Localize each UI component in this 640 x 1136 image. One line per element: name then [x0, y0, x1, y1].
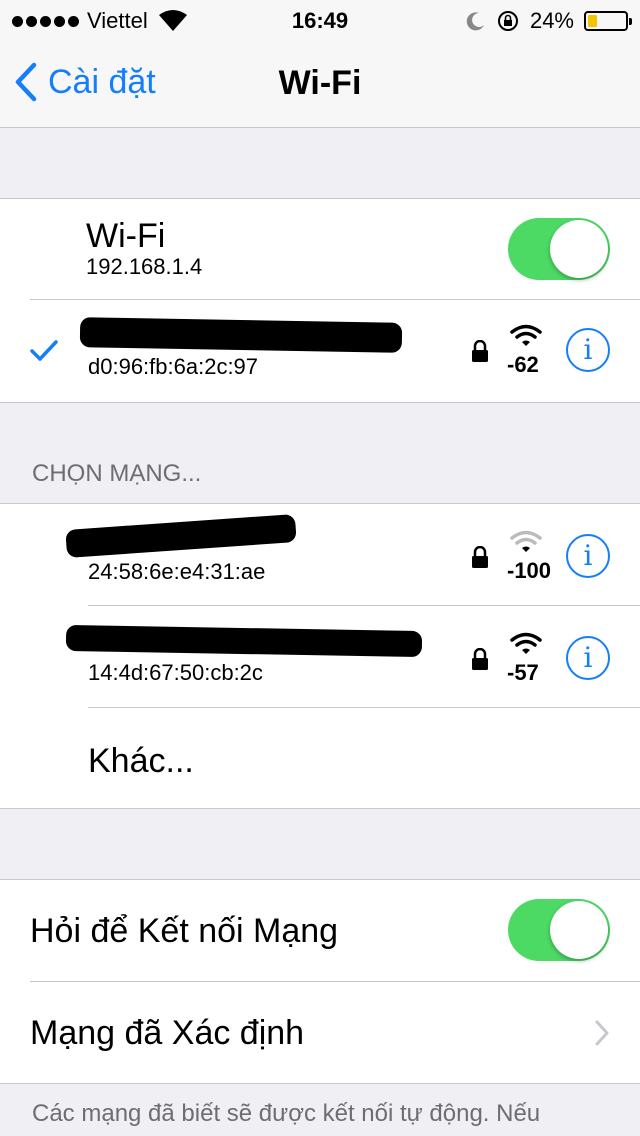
status-right: 24%: [466, 8, 632, 34]
lock-icon: [472, 546, 488, 568]
redacted-network-name: [65, 514, 297, 558]
network-mac: 24:58:6e:e4:31:ae: [88, 559, 266, 584]
network-row[interactable]: 14:4d:67:50:cb:2c -57 i: [0, 606, 640, 707]
network-info-button[interactable]: i: [566, 534, 610, 578]
page-title: Wi-Fi: [278, 64, 362, 102]
ask-to-join-label: Hỏi để Kết nối Mạng: [30, 912, 339, 950]
wifi-label: Wi-Fi: [86, 217, 166, 255]
orientation-lock-icon: [497, 11, 518, 31]
settings-group: Hỏi để Kết nối Mạng Mạng đã Xác định: [0, 879, 640, 1084]
signal-rssi: -100: [507, 558, 552, 583]
wifi-toggle[interactable]: [508, 218, 610, 280]
footer-text: Các mạng đã biết sẽ được kết nối tự động…: [32, 1100, 541, 1127]
redacted-network-name: [65, 624, 423, 658]
network-mac: 14:4d:67:50:cb:2c: [88, 660, 263, 685]
network-mac: d0:96:fb:6a:2c:97: [88, 354, 259, 379]
ask-to-join-row: Hỏi để Kết nối Mạng: [0, 880, 640, 981]
network-info-button[interactable]: i: [566, 328, 610, 372]
choose-network-header: CHỌN MẠNG...: [32, 460, 202, 487]
network-info-button[interactable]: i: [566, 636, 610, 680]
known-networks-row[interactable]: Mạng đã Xác định: [0, 982, 640, 1083]
wifi-signal-icon: [510, 324, 542, 346]
ask-to-join-toggle[interactable]: [508, 899, 610, 961]
wifi-group: Wi-Fi 192.168.1.4 d0:96:fb:6a:2c:97 -62 …: [0, 198, 640, 403]
signal-rssi: -57: [507, 660, 539, 685]
signal-rssi: -62: [507, 352, 539, 377]
do-not-disturb-icon: [466, 12, 484, 31]
connected-network-row[interactable]: d0:96:fb:6a:2c:97 -62 i: [0, 300, 640, 402]
other-network-row[interactable]: Khác...: [0, 708, 640, 809]
chevron-right-icon: [595, 1020, 609, 1046]
lock-icon: [472, 648, 488, 670]
battery-icon: [584, 11, 632, 31]
navigation-bar: Cài đặt Wi-Fi: [0, 40, 640, 128]
wifi-toggle-row: Wi-Fi 192.168.1.4: [0, 199, 640, 299]
redacted-network-name: [79, 317, 403, 353]
networks-group: 24:58:6e:e4:31:ae -100 i 14:4d:67:50:cb:…: [0, 503, 640, 809]
checkmark-icon: [30, 340, 58, 361]
network-row[interactable]: 24:58:6e:e4:31:ae -100 i: [0, 504, 640, 605]
lock-icon: [472, 340, 488, 362]
status-bar: Viettel 16:49 24%: [0, 0, 640, 40]
wifi-ip-address: 192.168.1.4: [86, 254, 203, 279]
known-networks-label: Mạng đã Xác định: [30, 1014, 305, 1052]
battery-percent: 24%: [529, 8, 574, 33]
wifi-signal-icon: [510, 530, 542, 552]
other-network-label: Khác...: [88, 742, 194, 780]
wifi-signal-icon: [510, 632, 542, 654]
